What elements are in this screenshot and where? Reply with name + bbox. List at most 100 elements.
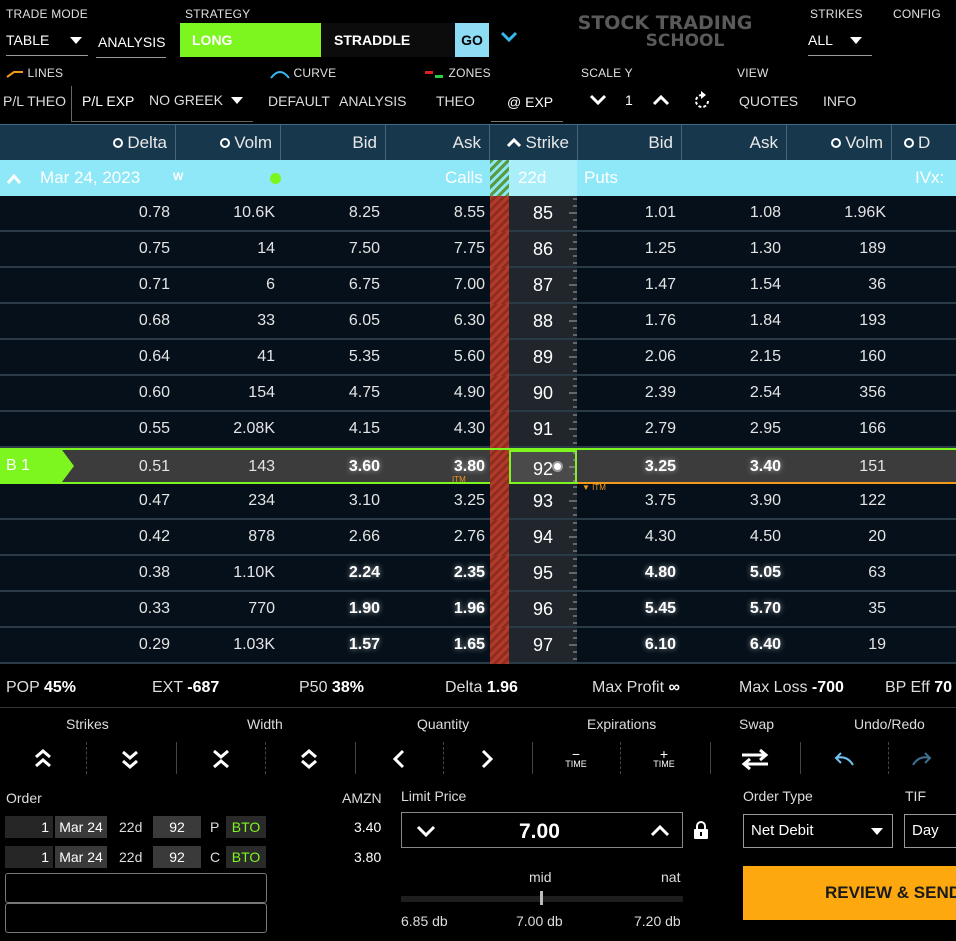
put-volume-cell[interactable]: 151 (787, 450, 886, 484)
scale-up-button[interactable] (652, 93, 670, 112)
table-row-selected[interactable]: 0.51 143 3.60 3.80 3.25 3.40 151 92 B 1 (0, 448, 956, 486)
width-narrow-button[interactable] (176, 740, 266, 778)
call-bid-cell[interactable]: 4.15 (281, 412, 380, 446)
call-delta-cell[interactable]: 0.60 (0, 376, 170, 410)
put-ask-cell[interactable]: 3.90 (682, 484, 781, 518)
call-ask-cell[interactable]: 2.76 (386, 520, 485, 554)
strike-cell[interactable]: 97 (509, 628, 577, 662)
swap-button[interactable] (710, 740, 800, 778)
call-volume-cell[interactable]: 234 (176, 484, 275, 518)
call-delta-cell[interactable]: 0.75 (0, 232, 170, 266)
go-button[interactable]: GO (455, 23, 489, 57)
call-volume-cell[interactable]: 143 (176, 450, 275, 484)
call-delta-cell[interactable]: 0.78 (0, 196, 170, 230)
position-tag[interactable]: B 1 (0, 450, 74, 482)
put-ask-cell[interactable]: 2.15 (682, 340, 781, 374)
strikes-up-button[interactable] (0, 740, 86, 778)
put-volume-cell[interactable]: 35 (787, 592, 886, 626)
strategy-long-button[interactable]: LONG (180, 23, 321, 57)
put-ask-cell[interactable]: 4.50 (682, 520, 781, 554)
put-volume-cell[interactable]: 160 (787, 340, 886, 374)
call-volume-cell[interactable]: 2.08K (176, 412, 275, 446)
call-bid-cell[interactable]: 1.57 (281, 628, 380, 662)
put-bid-cell[interactable]: 4.80 (578, 556, 676, 590)
redo-button[interactable] (888, 740, 956, 778)
call-bid-cell[interactable]: 5.35 (281, 340, 380, 374)
call-delta-cell[interactable]: 0.29 (0, 628, 170, 662)
time-increase-button[interactable]: + TIME (620, 740, 708, 778)
call-delta-cell[interactable]: 0.47 (0, 484, 170, 518)
call-bid-cell[interactable]: 1.90 (281, 592, 380, 626)
width-widen-button[interactable] (265, 740, 353, 778)
put-ask-cell[interactable]: 6.40 (682, 628, 781, 662)
at-exp-tab[interactable]: @ EXP (491, 86, 563, 122)
table-row[interactable]: 0.64 41 5.35 5.60 2.06 2.15 160 89 (0, 340, 956, 376)
call-ask-cell[interactable]: 7.00 (386, 268, 485, 302)
table-row[interactable]: 0.60 154 4.75 4.90 2.39 2.54 356 90 (0, 376, 956, 412)
call-volume-cell[interactable]: 770 (176, 592, 275, 626)
call-bid-cell[interactable]: 8.25 (281, 196, 380, 230)
col-put-delta-header[interactable]: D (892, 125, 956, 161)
call-volume-cell[interactable]: 1.03K (176, 628, 275, 662)
leg-strike[interactable]: 92 (153, 846, 201, 868)
call-delta-cell[interactable]: 0.68 (0, 304, 170, 338)
price-slider-handle[interactable] (540, 891, 543, 905)
quantity-increase-button[interactable] (443, 740, 531, 778)
call-bid-cell[interactable]: 6.75 (281, 268, 380, 302)
table-row[interactable]: 0.42 878 2.66 2.76 4.30 4.50 20 94 (0, 520, 956, 556)
call-bid-cell[interactable]: 4.75 (281, 376, 380, 410)
call-ask-cell[interactable]: 1.96 (386, 592, 485, 626)
call-bid-cell[interactable]: 6.05 (281, 304, 380, 338)
put-bid-cell[interactable]: 6.10 (578, 628, 676, 662)
table-row[interactable]: 0.55 2.08K 4.15 4.30 2.79 2.95 166 91 (0, 412, 956, 448)
put-volume-cell[interactable]: 1.96K (787, 196, 886, 230)
col-put-ask-header[interactable]: Ask (682, 125, 787, 161)
put-volume-cell[interactable]: 193 (787, 304, 886, 338)
put-ask-cell[interactable]: 2.54 (682, 376, 781, 410)
strike-cell[interactable]: 93 (509, 484, 577, 518)
put-volume-cell[interactable]: 63 (787, 556, 886, 590)
curve-toggle[interactable]: CURVE (270, 66, 336, 80)
call-ask-cell[interactable]: 8.55 (386, 196, 485, 230)
price-up-chevron-icon[interactable] (650, 824, 670, 838)
put-bid-cell[interactable]: 1.25 (578, 232, 676, 266)
strike-cell[interactable]: 96 (509, 592, 577, 626)
put-ask-cell[interactable]: 2.95 (682, 412, 781, 446)
theo-tab[interactable]: THEO (436, 93, 475, 109)
put-ask-cell[interactable]: 1.84 (682, 304, 781, 338)
put-ask-cell[interactable]: 5.05 (682, 556, 781, 590)
call-ask-cell[interactable]: 4.30 (386, 412, 485, 446)
col-bid-header[interactable]: Bid (281, 125, 386, 161)
table-row[interactable]: 0.75 14 7.50 7.75 1.25 1.30 189 86 (0, 232, 956, 268)
put-ask-cell[interactable]: 1.08 (682, 196, 781, 230)
limit-price-input[interactable]: 7.00 (401, 812, 683, 848)
put-ask-cell[interactable]: 3.40 (682, 450, 781, 484)
put-volume-cell[interactable]: 122 (787, 484, 886, 518)
put-ask-cell[interactable]: 1.30 (682, 232, 781, 266)
info-button[interactable]: INFO (823, 93, 856, 109)
put-ask-cell[interactable]: 1.54 (682, 268, 781, 302)
greek-selector[interactable]: P/L EXP NO GREEK (71, 86, 253, 122)
zones-toggle[interactable]: ZONES (425, 66, 491, 80)
strike-cell[interactable]: 89 (509, 340, 577, 374)
put-volume-cell[interactable]: 36 (787, 268, 886, 302)
table-row[interactable]: 0.38 1.10K 2.24 2.35 4.80 5.05 63 95 (0, 556, 956, 592)
put-volume-cell[interactable]: 356 (787, 376, 886, 410)
col-ask-header[interactable]: Ask (386, 125, 490, 161)
strike-cell[interactable]: 85 (509, 196, 577, 230)
call-ask-cell[interactable]: 2.35 (386, 556, 485, 590)
put-volume-cell[interactable]: 19 (787, 628, 886, 662)
call-delta-cell[interactable]: 0.38 (0, 556, 170, 590)
expiration-row[interactable]: Mar 24, 2023 W Calls 22d Puts IVx: (0, 160, 956, 196)
put-bid-cell[interactable]: 3.25 (578, 450, 676, 484)
lines-toggle[interactable]: LINES (6, 66, 63, 80)
config-button[interactable]: CONFIG (893, 7, 941, 21)
call-volume-cell[interactable]: 41 (176, 340, 275, 374)
table-row[interactable]: 0.68 33 6.05 6.30 1.76 1.84 193 88 (0, 304, 956, 340)
put-ask-cell[interactable]: 5.70 (682, 592, 781, 626)
col-delta-header[interactable]: Delta (0, 125, 176, 161)
order-note-field-1[interactable] (5, 873, 267, 903)
analysis-button[interactable]: ANALYSIS (339, 93, 406, 109)
default-button[interactable]: DEFAULT (268, 93, 330, 109)
call-volume-cell[interactable]: 14 (176, 232, 275, 266)
